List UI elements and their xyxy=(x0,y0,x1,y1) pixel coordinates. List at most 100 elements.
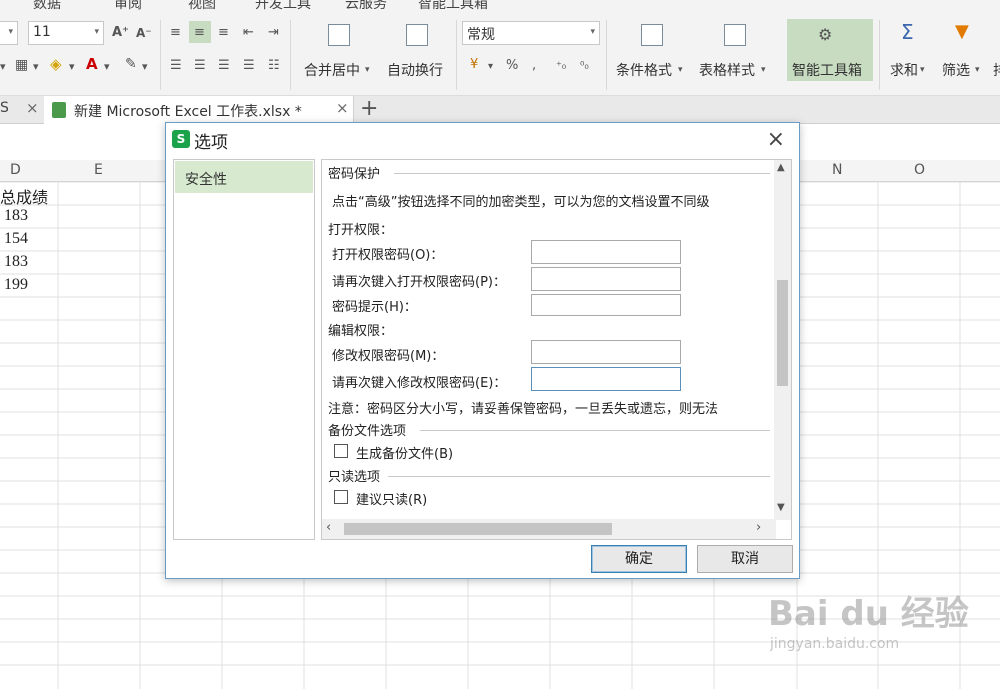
distribute-icon[interactable]: ☷ xyxy=(268,58,280,74)
smart-toolbox-button[interactable]: 智能工具箱 xyxy=(792,60,862,80)
increase-decimal-icon[interactable]: ⁺₀ xyxy=(556,58,566,74)
conditional-format-button[interactable]: 条件格式 xyxy=(616,60,672,80)
menu-tab-data[interactable]: 数据 xyxy=(33,0,61,13)
menu-tab-smart-tools[interactable]: 智能工具箱 xyxy=(418,0,488,13)
table-style-icon[interactable] xyxy=(724,24,746,46)
new-tab-plus-icon[interactable]: + xyxy=(360,96,378,121)
wrap-text-icon[interactable] xyxy=(406,24,428,46)
font-name-combo-edge[interactable]: ▾ xyxy=(0,21,18,45)
wrap-text-button[interactable]: 自动换行 xyxy=(387,60,443,80)
cell-value[interactable]: 183 xyxy=(4,253,28,271)
close-icon[interactable]: × xyxy=(26,99,39,117)
password-hint-field[interactable] xyxy=(531,294,681,316)
horizontal-scrollbar[interactable]: ‹ › xyxy=(322,519,776,539)
clear-format-arrow-icon[interactable]: ▾ xyxy=(142,59,148,75)
column-header-d[interactable]: D xyxy=(10,162,21,178)
font-size-combo[interactable]: 11 ▾ xyxy=(28,21,104,45)
watermark-url: jingyan.baidu.com xyxy=(770,636,900,652)
chevron-down-icon: ▾ xyxy=(94,27,99,37)
menu-tab-cloud[interactable]: 云服务 xyxy=(345,0,387,13)
filter-icon[interactable]: ▼ xyxy=(955,23,969,41)
sum-dropdown-icon[interactable]: ▾ xyxy=(920,62,925,78)
readonly-section-title: 只读选项 xyxy=(328,470,381,485)
modify-password-field[interactable] xyxy=(531,340,681,364)
filter-dropdown-icon[interactable]: ▾ xyxy=(975,62,980,78)
increase-font-icon[interactable]: A⁺ xyxy=(112,25,129,41)
increase-indent-icon[interactable]: ⇥ xyxy=(268,25,279,41)
edit-permission-label: 编辑权限： xyxy=(328,324,394,339)
conditional-format-icon[interactable] xyxy=(641,24,663,46)
merge-center-button[interactable]: 合并居中 xyxy=(304,60,360,80)
chevron-down-icon[interactable]: ▼ xyxy=(777,502,785,513)
decrease-indent-icon[interactable]: ⇤ xyxy=(243,25,254,41)
close-icon[interactable]: × xyxy=(767,127,785,152)
cell-value[interactable]: 199 xyxy=(4,276,28,294)
comma-icon[interactable]: , xyxy=(532,58,536,74)
align-top-icon[interactable]: ≡ xyxy=(170,25,181,41)
cell-value[interactable]: 154 xyxy=(4,230,28,248)
password-hint-label: 密码提示(H)： xyxy=(332,300,417,315)
currency-icon[interactable]: ¥ xyxy=(470,57,478,73)
align-center-icon[interactable]: ☰ xyxy=(194,58,206,74)
number-format-combo[interactable]: 常规 ▾ xyxy=(462,21,600,45)
align-middle-icon[interactable]: ≡ xyxy=(194,25,205,41)
cell-total-score-header[interactable]: 总成绩 xyxy=(0,184,48,208)
align-bottom-icon[interactable]: ≡ xyxy=(218,25,229,41)
ok-button[interactable]: 确定 xyxy=(591,545,687,573)
border-arrow-icon[interactable]: ▾ xyxy=(33,59,39,75)
backup-section-title: 备份文件选项 xyxy=(328,424,407,439)
cancel-button[interactable]: 取消 xyxy=(697,545,793,573)
fill-color-arrow-icon[interactable]: ▾ xyxy=(69,59,75,75)
open-password-confirm-field[interactable] xyxy=(531,267,681,291)
font-color-arrow-icon[interactable]: ▾ xyxy=(104,59,110,75)
open-password-field[interactable] xyxy=(531,240,681,264)
merge-dropdown-icon[interactable]: ▾ xyxy=(365,62,370,78)
menu-tab-view[interactable]: 视图 xyxy=(188,0,216,13)
active-document-tab[interactable]: 新建 Microsoft Excel 工作表.xlsx * × xyxy=(44,96,354,124)
currency-arrow-icon[interactable]: ▾ xyxy=(488,59,493,75)
clear-format-icon[interactable]: ✎ xyxy=(125,56,137,72)
column-header-o[interactable]: O xyxy=(914,162,925,178)
border-dropdown-icon[interactable]: ▾ xyxy=(0,59,6,75)
column-header-e[interactable]: E xyxy=(94,162,103,178)
justify-icon[interactable]: ☰ xyxy=(243,58,255,74)
table-style-dropdown-icon[interactable]: ▾ xyxy=(761,62,766,78)
font-color-icon[interactable]: A xyxy=(86,56,98,72)
backup-checkbox[interactable] xyxy=(334,444,348,458)
menu-tab-review[interactable]: 审阅 xyxy=(114,0,142,13)
sum-button[interactable]: 求和 xyxy=(890,60,918,80)
menu-tab-dev-tools[interactable]: 开发工具 xyxy=(255,0,311,13)
merge-center-icon[interactable] xyxy=(328,24,350,46)
decrease-decimal-icon[interactable]: ⁰₀ xyxy=(580,58,589,74)
decrease-font-icon[interactable]: A⁻ xyxy=(136,25,152,41)
align-left-icon[interactable]: ☰ xyxy=(170,58,182,74)
ribbon: 数据 审阅 视图 开发工具 云服务 智能工具箱 ▾ 11 ▾ A⁺ A⁻ ▾ ▦… xyxy=(0,0,1000,96)
chevron-left-icon[interactable]: ‹ xyxy=(326,520,331,535)
modify-password-confirm-field[interactable] xyxy=(531,367,681,391)
dialog-title-bar: S 选项 × xyxy=(166,123,799,157)
close-icon[interactable]: × xyxy=(336,99,349,117)
chevron-right-icon[interactable]: › xyxy=(756,520,761,535)
active-tab-label: 新建 Microsoft Excel 工作表.xlsx * xyxy=(74,104,302,120)
fill-color-icon[interactable]: ◈ xyxy=(50,56,62,72)
vertical-scrollbar[interactable]: ▲ ▼ xyxy=(774,160,791,520)
section-divider xyxy=(394,173,770,174)
scroll-thumb[interactable] xyxy=(777,280,788,386)
sort-button-truncated[interactable]: 排 xyxy=(993,60,1000,80)
scroll-up-icon[interactable]: ▲ xyxy=(777,162,785,173)
readonly-checkbox[interactable] xyxy=(334,490,348,504)
prev-tab-label[interactable]: S xyxy=(0,100,9,116)
percent-icon[interactable]: % xyxy=(506,58,518,74)
column-header-n[interactable]: N xyxy=(832,162,842,178)
filter-button[interactable]: 筛选 xyxy=(942,60,970,80)
cell-value[interactable]: 183 xyxy=(4,207,28,225)
toolbox-icon[interactable]: ⚙ xyxy=(818,27,832,43)
sum-icon[interactable]: Σ xyxy=(901,22,914,42)
border-icon[interactable]: ▦ xyxy=(15,57,28,73)
sidebar-item-security[interactable]: 安全性 xyxy=(175,161,313,193)
cond-format-dropdown-icon[interactable]: ▾ xyxy=(678,62,683,78)
align-right-icon[interactable]: ☰ xyxy=(218,58,230,74)
table-style-button[interactable]: 表格样式 xyxy=(699,60,755,80)
section-divider xyxy=(388,476,770,477)
scroll-thumb[interactable] xyxy=(344,523,612,535)
